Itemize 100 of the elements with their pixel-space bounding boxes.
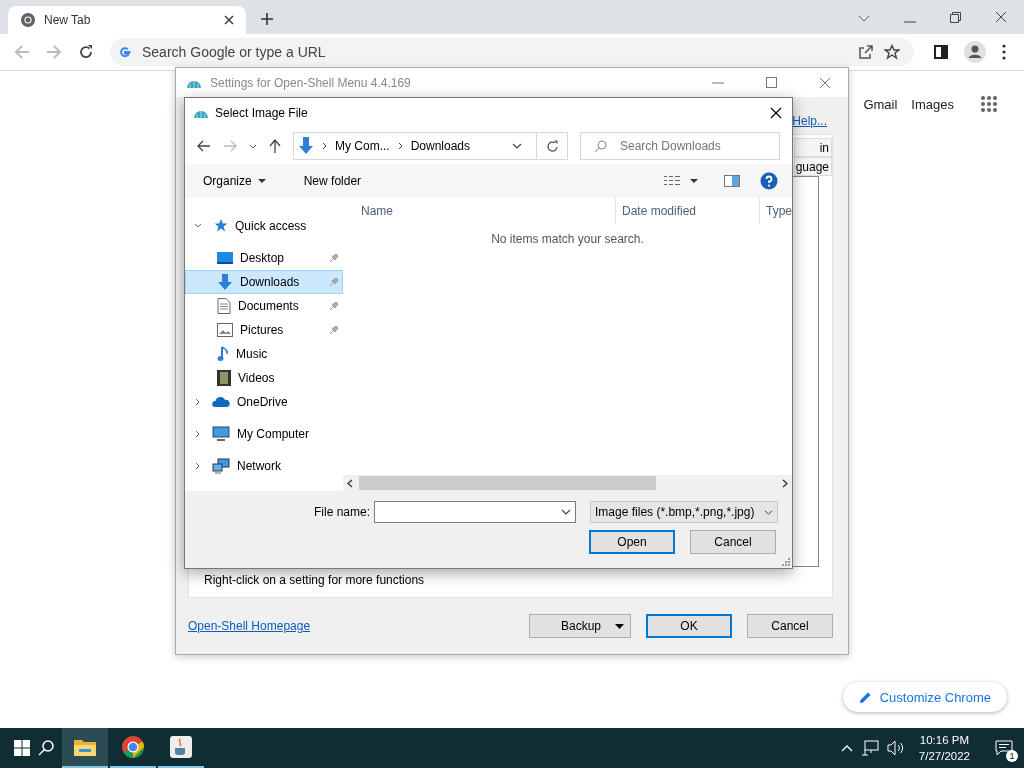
chevron-up-icon[interactable] <box>840 744 853 752</box>
dialog-button[interactable]: Cancel <box>747 614 833 638</box>
settings-tab[interactable]: in <box>794 138 832 157</box>
star-icon[interactable] <box>884 44 900 60</box>
header-link[interactable]: Images <box>911 96 954 112</box>
header-link[interactable]: Gmail <box>863 96 898 112</box>
start-icon[interactable] <box>14 740 30 756</box>
organize-button[interactable]: Organize <box>195 174 274 188</box>
file-type-dropdown[interactable]: Image files (*.bmp,*.png,*.jpg) <box>590 501 779 523</box>
volume-icon[interactable] <box>886 740 905 756</box>
empty-message: No items match your search. <box>491 232 644 248</box>
search-icon <box>594 140 607 153</box>
homepage-link[interactable]: Open-Shell Homepage <box>188 619 311 633</box>
breadcrumb-item[interactable]: My Com... <box>335 139 390 153</box>
column-header[interactable]: Name <box>343 198 616 224</box>
share-icon[interactable] <box>858 44 874 60</box>
notifications-button[interactable]: 1 <box>984 728 1024 768</box>
breadcrumb-item[interactable]: Downloads <box>410 139 471 153</box>
search-icon[interactable] <box>38 740 54 756</box>
music-note-icon <box>217 346 229 362</box>
nav-item[interactable]: Desktop <box>185 246 343 270</box>
restore-icon[interactable] <box>950 12 961 23</box>
dialog-button[interactable]: Open <box>589 530 675 554</box>
address-bar[interactable]: My Com... Downloads <box>293 132 568 160</box>
nav-item[interactable]: Documents <box>185 294 343 318</box>
side-panel-icon[interactable] <box>934 45 948 59</box>
expand-chevron-icon[interactable] <box>194 222 202 230</box>
new-folder-button[interactable]: New folder <box>295 174 370 188</box>
close-icon[interactable] <box>770 107 782 119</box>
taskbar-app[interactable] <box>62 728 108 768</box>
menu-icon[interactable] <box>1002 44 1006 60</box>
tab-title: New Tab <box>44 13 92 27</box>
close-icon[interactable] <box>995 11 1007 23</box>
preview-pane-icon[interactable] <box>724 175 740 187</box>
notification-count: 1 <box>1006 750 1018 762</box>
help-icon[interactable] <box>760 172 778 190</box>
scroll-left-icon[interactable] <box>347 478 353 488</box>
nav-label: Network <box>237 459 281 473</box>
browser-logo-icon <box>20 12 36 28</box>
chevron-down-icon[interactable] <box>561 509 572 515</box>
caret-icon <box>615 623 624 629</box>
nav-item[interactable]: Quick access <box>185 214 343 238</box>
browser-tab[interactable]: New Tab <box>8 6 246 34</box>
customize-button[interactable]: Customize Chrome <box>842 682 1007 712</box>
chevron-down-icon[interactable] <box>512 143 522 149</box>
network-icon[interactable] <box>860 740 879 756</box>
cloud-icon <box>212 396 230 408</box>
up-arrow-icon[interactable] <box>269 139 281 153</box>
profile-icon[interactable] <box>964 41 986 63</box>
chevron-down-icon[interactable] <box>249 143 257 149</box>
dialog-button[interactable]: OK <box>646 614 732 638</box>
nav-label: Quick access <box>235 219 307 233</box>
expand-chevron-icon[interactable] <box>194 462 202 470</box>
column-header[interactable]: Date modified <box>616 198 760 224</box>
nav-item[interactable]: My Computer <box>185 422 343 446</box>
computer-icon <box>212 426 230 442</box>
new-tab-icon[interactable] <box>260 12 274 26</box>
column-header[interactable]: Type <box>760 198 792 224</box>
maximize-icon[interactable] <box>766 77 777 88</box>
nav-item[interactable]: OneDrive <box>185 390 343 414</box>
window-title: Settings for Open-Shell Menu 4.4.169 <box>210 75 411 90</box>
dialog-button[interactable]: Cancel <box>690 530 776 554</box>
nav-item[interactable]: Videos <box>185 366 343 390</box>
view-options-icon[interactable] <box>664 175 680 187</box>
image-icon <box>217 323 233 337</box>
download-arrow-icon <box>217 274 233 290</box>
chevron-right-icon <box>322 142 327 150</box>
refresh-icon[interactable] <box>545 139 559 153</box>
reload-icon[interactable] <box>78 44 94 60</box>
search-engine-icon <box>118 45 132 59</box>
address-placeholder: Search Google or type a URL <box>142 44 326 60</box>
expand-chevron-icon[interactable] <box>194 398 202 406</box>
help-link[interactable]: Help... <box>792 114 827 128</box>
nav-label: Pictures <box>240 323 284 337</box>
resize-grip-icon[interactable] <box>781 557 790 566</box>
dialog-button[interactable]: Backup <box>529 614 631 638</box>
scroll-right-icon[interactable] <box>782 478 788 488</box>
back-icon[interactable] <box>197 140 211 152</box>
address-bar[interactable]: Search Google or type a URL <box>110 38 914 66</box>
settings-tab[interactable]: guage <box>794 157 832 176</box>
nav-label: Documents <box>238 299 299 313</box>
chevron-down-icon[interactable] <box>858 15 870 23</box>
nav-label: Downloads <box>240 275 300 289</box>
search-field[interactable]: Search Downloads <box>580 132 780 160</box>
desktop-icon <box>217 251 233 265</box>
nav-item[interactable]: Music <box>185 342 343 366</box>
expand-chevron-icon[interactable] <box>194 430 202 438</box>
file-name-field[interactable] <box>374 501 577 523</box>
film-icon <box>217 370 231 386</box>
clock-date: 7/27/2022 <box>918 749 970 764</box>
caret-icon[interactable] <box>690 179 698 183</box>
scrollbar-thumb[interactable] <box>359 476 656 490</box>
nav-item[interactable]: Downloads <box>185 270 343 294</box>
file-name-label: File name: <box>314 505 371 519</box>
close-icon[interactable] <box>224 15 234 25</box>
caret-icon <box>257 179 266 183</box>
nav-label: OneDrive <box>237 395 288 409</box>
nav-item[interactable]: Pictures <box>185 318 343 342</box>
apps-grid-icon[interactable] <box>980 95 998 113</box>
nav-item[interactable]: Network <box>185 454 343 478</box>
